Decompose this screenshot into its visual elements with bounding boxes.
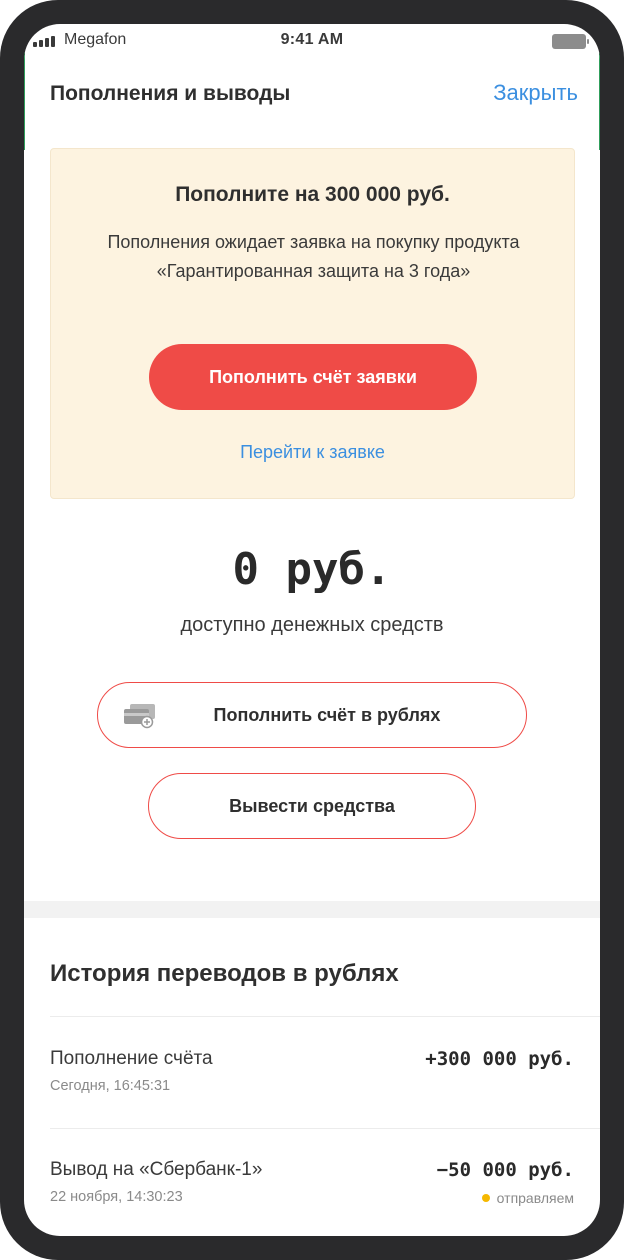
fund-application-button[interactable]: Пополнить счёт заявки bbox=[149, 344, 477, 410]
application-card-title: Пополните на 300 000 руб. bbox=[175, 183, 450, 206]
transaction-title: Пополнение счёта bbox=[50, 1048, 213, 1069]
topup-rub-label: Пополнить счёт в рублях bbox=[213, 704, 441, 725]
divider bbox=[50, 1016, 600, 1017]
pending-application-card: Пополните на 300 000 руб. Пополнения ожи… bbox=[50, 148, 575, 499]
transaction-date: 22 ноября, 14:30:23 bbox=[50, 1189, 183, 1205]
cards-icon bbox=[124, 704, 155, 729]
divider bbox=[50, 1128, 600, 1129]
screen: Megafon 9:41 AM Пополнения и выводы Закр… bbox=[24, 24, 600, 1236]
battery-icon bbox=[552, 34, 589, 49]
transaction-date: Сегодня, 16:45:31 bbox=[50, 1078, 171, 1094]
page-title: Пополнения и выводы bbox=[50, 82, 291, 105]
transaction-amount: +300 000 руб. bbox=[425, 1048, 574, 1070]
status-time: 9:41 AM bbox=[280, 31, 344, 48]
transaction-status: отправляем bbox=[481, 1190, 574, 1206]
close-button[interactable]: Закрыть bbox=[493, 80, 578, 106]
section-divider bbox=[24, 901, 600, 918]
withdraw-button[interactable]: Вывести средства bbox=[148, 773, 476, 839]
history-title: История переводов в рублях bbox=[50, 960, 399, 987]
transaction-title: Вывод на «Сбербанк-1» bbox=[50, 1159, 263, 1180]
available-balance-amount: 0 руб. bbox=[232, 544, 392, 595]
pending-status-dot-icon bbox=[481, 1194, 490, 1202]
available-balance-caption: доступно денежных средств bbox=[180, 614, 444, 636]
transaction-amount: −50 000 руб. bbox=[436, 1159, 574, 1181]
status-bar: Megafon 9:41 AM bbox=[24, 24, 600, 58]
go-to-application-link[interactable]: Перейти к заявке bbox=[51, 442, 574, 463]
phone-frame: Megafon 9:41 AM Пополнения и выводы Закр… bbox=[0, 0, 624, 1260]
transaction-status-label: отправляем bbox=[496, 1190, 574, 1206]
application-card-description: Пополнения ожидает заявка на покупку про… bbox=[107, 232, 520, 281]
topup-rub-button[interactable]: Пополнить счёт в рублях bbox=[97, 682, 527, 748]
